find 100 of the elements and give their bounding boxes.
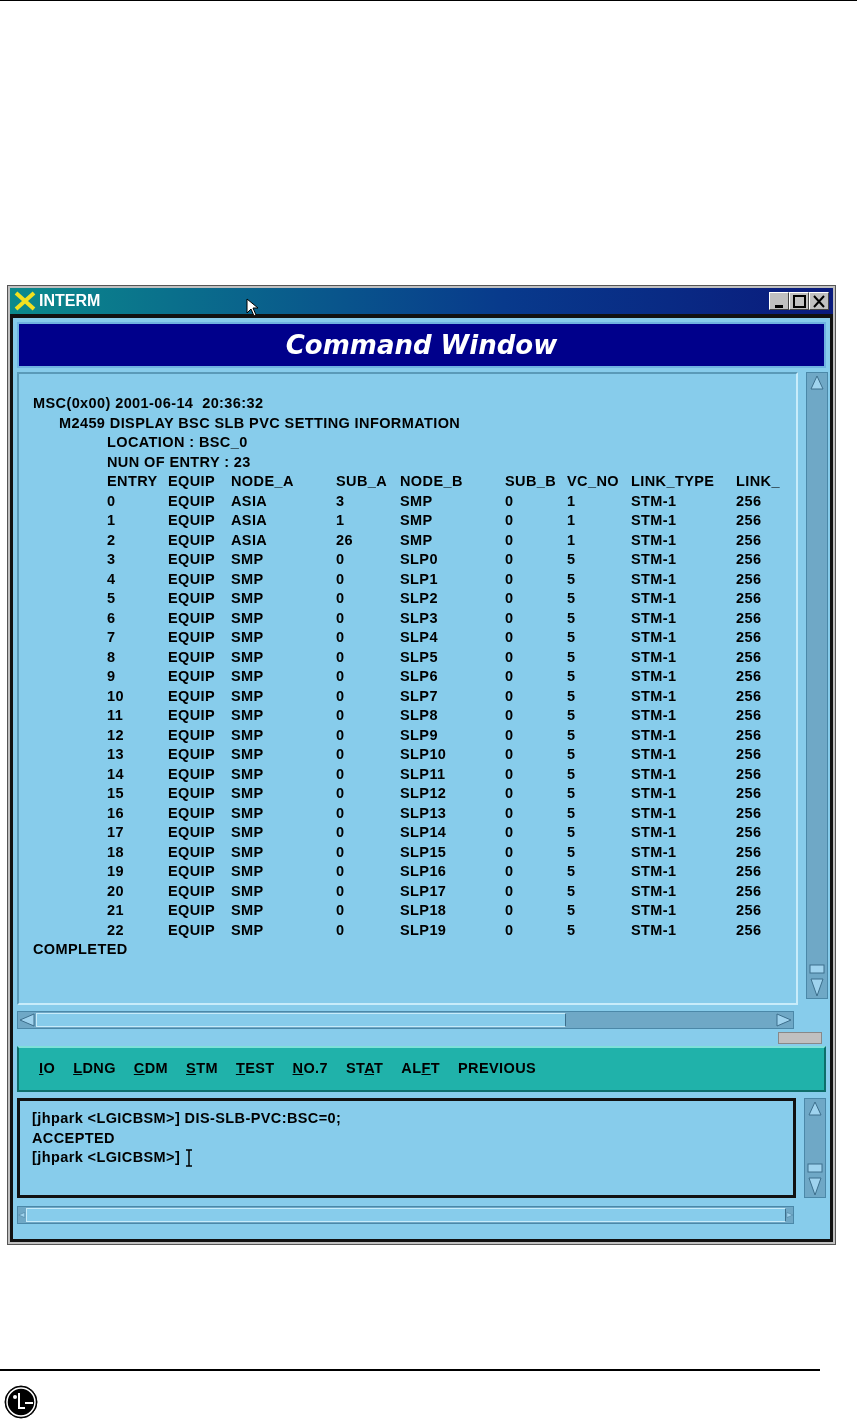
table-cell-text: SMP <box>231 784 265 803</box>
table-cell-text: SLP0 <box>400 550 439 569</box>
table-cell-text: 0 <box>505 803 515 823</box>
horizontal-scrollbar[interactable] <box>17 1011 794 1029</box>
table-cell-text: 256 <box>736 550 763 569</box>
scrollbar-thumb[interactable] <box>25 1208 786 1222</box>
table-cell-text: SMP <box>231 667 265 686</box>
table-cell-text: EQUIP <box>168 881 217 901</box>
scroll-up-icon[interactable] <box>807 373 827 393</box>
table-cell-text: 0 <box>336 686 346 706</box>
table-cell-text: 0 <box>505 511 515 530</box>
table-cell-text: 5 <box>567 784 577 803</box>
table-cell-text: 0 <box>336 862 346 881</box>
table-cell-text: 0 <box>505 647 515 667</box>
table-cell-text: 5 <box>567 823 577 842</box>
table-cell-text: EQUIP <box>168 511 217 530</box>
table-cell-text: 18 <box>107 842 125 862</box>
table-cell-text: SLP9 <box>400 725 439 745</box>
close-icon <box>813 294 825 308</box>
table-cell-text: STM-1 <box>631 706 678 725</box>
table-cell-text: STM-1 <box>631 491 678 511</box>
table-cell-text: 256 <box>736 530 763 550</box>
scroll-left-icon[interactable] <box>18 1013 36 1027</box>
table-cell-text: 256 <box>736 647 763 667</box>
table-cell-text: 1 <box>107 511 117 530</box>
vertical-scrollbar[interactable] <box>806 372 828 999</box>
table-cell-text: SMP <box>231 589 265 608</box>
table-cell-text: SLP5 <box>400 647 439 667</box>
sash-handle[interactable] <box>778 1032 822 1044</box>
table-cell-text: 0 <box>505 784 515 803</box>
menu-item[interactable]: ALFT <box>401 1058 440 1080</box>
table-cell-text: 0 <box>336 901 346 920</box>
console-line: [jhpark <LGICBSM>] DIS-SLB-PVC:BSC=0; <box>32 1109 343 1128</box>
table-cell-text: 3 <box>336 491 346 511</box>
table-cell-text: 7 <box>107 628 117 647</box>
table-cell-text: 20 <box>107 881 125 901</box>
table-cell-text: STM-1 <box>631 511 678 530</box>
scroll-down-icon[interactable] <box>805 1163 825 1197</box>
table-cell-text: SLP12 <box>400 784 448 803</box>
column-header: LINK_TYPE <box>631 472 716 491</box>
table-cell-text: SMP <box>231 920 265 940</box>
menu-item[interactable]: PREVIOUS <box>458 1058 537 1080</box>
table-cell-text: 256 <box>736 881 763 901</box>
menu-item[interactable]: STM <box>186 1058 218 1080</box>
table-cell-text: 0 <box>336 784 346 803</box>
table-cell-text: SLP14 <box>400 823 448 842</box>
table-cell-text: EQUIP <box>168 647 217 667</box>
table-cell-text: 0 <box>336 589 346 608</box>
table-cell-text: 1 <box>336 511 346 530</box>
table-cell-text: 0 <box>505 920 515 940</box>
table-cell-text: SLP2 <box>400 589 439 608</box>
column-header: LINK_ <box>736 472 781 491</box>
menu-item[interactable]: STAT <box>346 1058 384 1080</box>
table-cell-text: EQUIP <box>168 803 217 823</box>
table-cell-text: 256 <box>736 628 763 647</box>
mouse-pointer-icon <box>246 298 260 318</box>
table-cell-text: STM-1 <box>631 862 678 881</box>
table-cell-text: 16 <box>107 803 125 823</box>
table-cell-text: 0 <box>505 608 515 628</box>
menu-item[interactable]: TEST <box>235 1058 275 1080</box>
table-cell-text: SMP <box>231 608 265 628</box>
menu-item[interactable]: NO.7 <box>292 1058 328 1080</box>
output-line: MSC(0x00) 2001-06-14 20:36:32 <box>33 394 265 413</box>
column-header: EQUIP <box>168 472 217 491</box>
minimize-button[interactable] <box>769 292 789 310</box>
table-cell-text: SLP17 <box>400 881 448 901</box>
maximize-button[interactable] <box>789 292 809 310</box>
close-button[interactable] <box>809 292 829 310</box>
menu-item[interactable]: IO <box>39 1058 56 1080</box>
table-cell-text: STM-1 <box>631 550 678 569</box>
window-title: INTERM <box>39 291 101 311</box>
menu-item[interactable]: LDNG <box>73 1058 116 1080</box>
table-cell-text: EQUIP <box>168 686 217 706</box>
table-cell-text: 26 <box>336 530 354 550</box>
table-cell-text: 5 <box>567 920 577 940</box>
scroll-right-icon[interactable] <box>775 1013 793 1027</box>
horizontal-scrollbar[interactable] <box>17 1206 794 1224</box>
table-cell-text: 19 <box>107 862 125 881</box>
table-cell-text: 0 <box>336 628 346 647</box>
table-cell-text: SMP <box>231 803 265 823</box>
vertical-scrollbar[interactable] <box>804 1098 826 1198</box>
table-cell-text: SLP11 <box>400 764 447 784</box>
scrollbar-thumb[interactable] <box>36 1013 566 1027</box>
table-cell-text: 0 <box>505 725 515 745</box>
table-cell-text: SLP3 <box>400 608 439 628</box>
column-header: SUB_A <box>336 472 389 491</box>
menu-item[interactable]: CDM <box>133 1058 169 1080</box>
scroll-up-icon[interactable] <box>805 1099 825 1119</box>
table-cell-text: 256 <box>736 784 763 803</box>
column-header: SUB_B <box>505 472 558 491</box>
table-cell-text: EQUIP <box>168 667 217 686</box>
table-cell-text: 6 <box>107 608 117 628</box>
column-header: ENTRY <box>107 472 159 491</box>
table-cell-text: 5 <box>567 745 577 764</box>
scroll-down-icon[interactable] <box>807 964 827 998</box>
table-cell-text: EQUIP <box>168 764 217 784</box>
table-cell-text: 256 <box>736 764 763 784</box>
table-cell-text: STM-1 <box>631 764 678 784</box>
table-cell-text: EQUIP <box>168 725 217 745</box>
table-cell-text: 5 <box>567 862 577 881</box>
